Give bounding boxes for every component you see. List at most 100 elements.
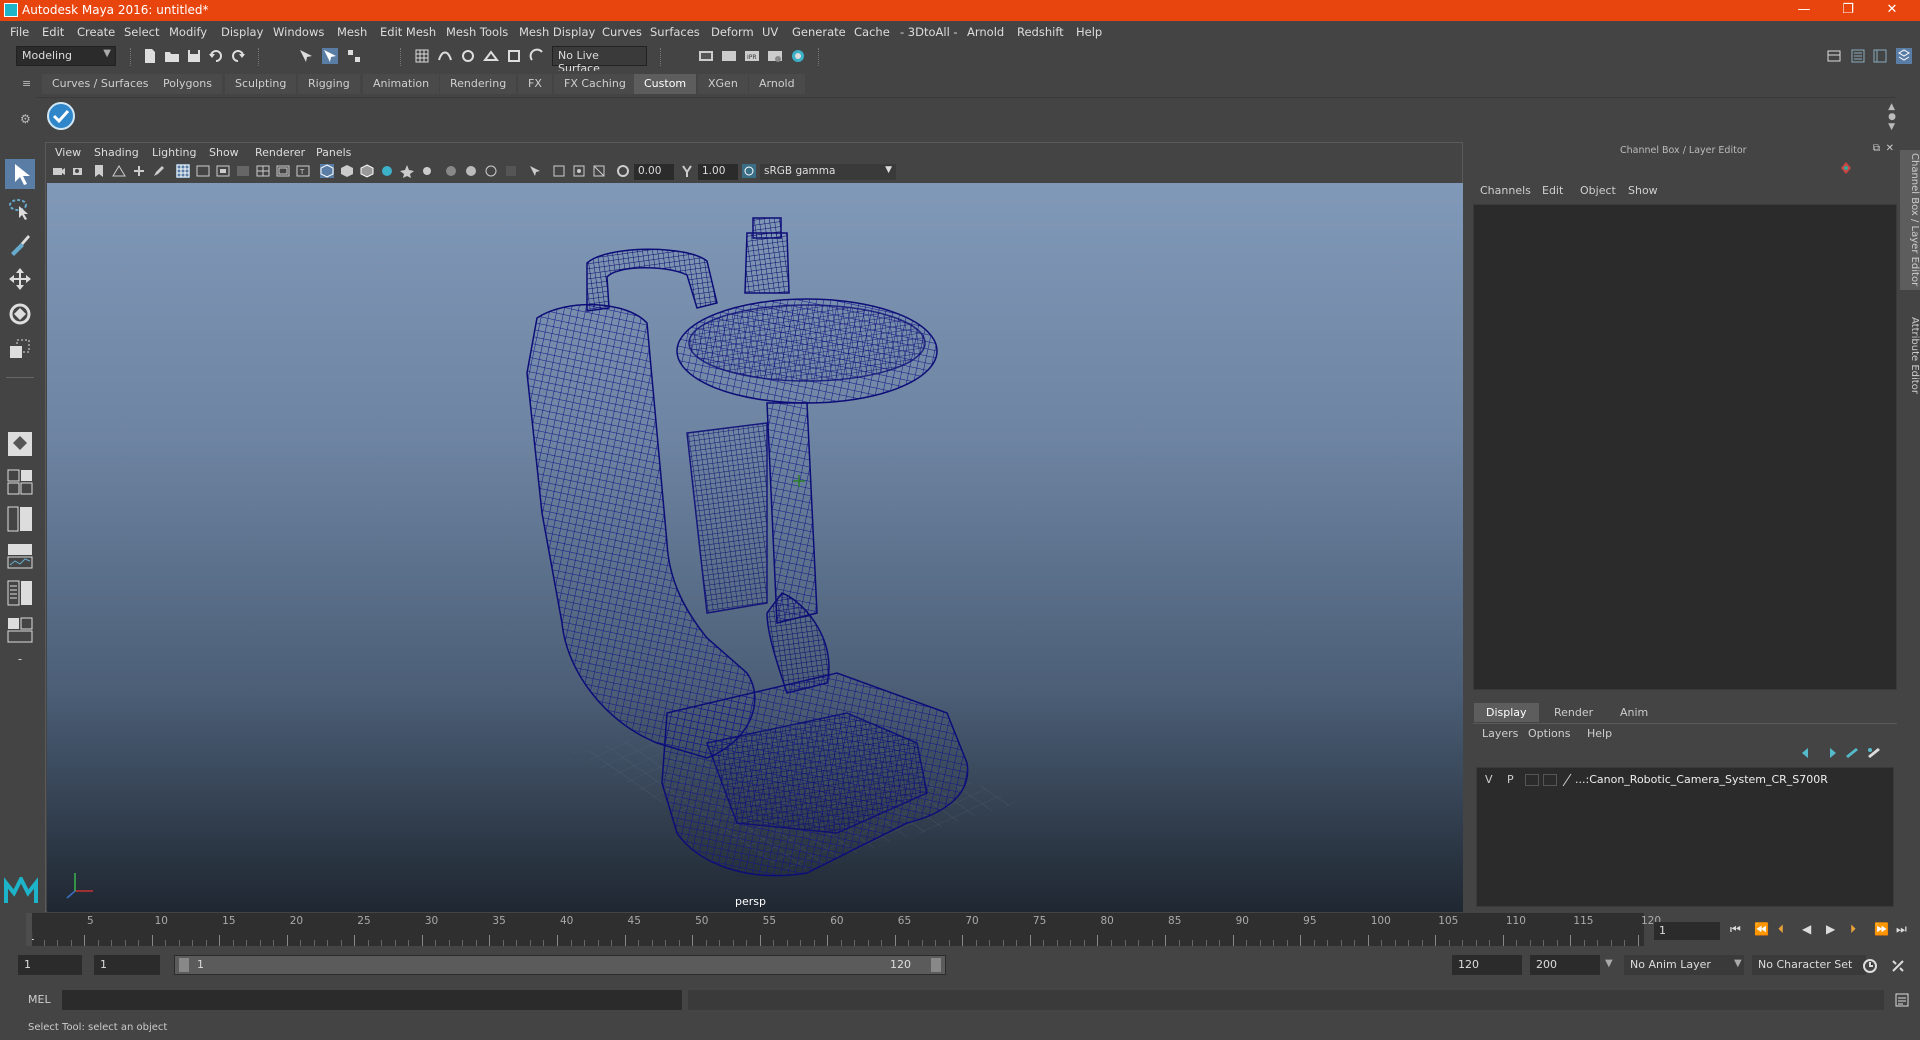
- gamma-icon[interactable]: [680, 164, 694, 178]
- redo-icon[interactable]: [230, 48, 246, 64]
- custom-shelf-checkmark-icon[interactable]: [46, 101, 76, 131]
- snap-curve-icon[interactable]: [437, 48, 453, 64]
- anim-layer-dropdown[interactable]: No Anim Layer: [1624, 955, 1744, 975]
- toggle-channel-box-icon[interactable]: [1896, 48, 1912, 64]
- xray-joints-icon[interactable]: [572, 164, 586, 178]
- command-input[interactable]: [62, 990, 682, 1010]
- shelf-scroll-arrows-icon[interactable]: ▲ ● ▼: [1888, 102, 1896, 132]
- bookmark-icon[interactable]: [92, 164, 106, 178]
- go-to-end-icon[interactable]: ⏭: [1896, 922, 1907, 937]
- menu-edit[interactable]: Edit: [42, 25, 64, 39]
- tab-fx-caching[interactable]: FX Caching: [554, 74, 636, 94]
- panel-menu-renderer[interactable]: Renderer: [255, 146, 305, 159]
- menu-generate[interactable]: Generate: [792, 25, 846, 39]
- range-start-handle[interactable]: [179, 958, 189, 972]
- menu-mesh[interactable]: Mesh: [337, 25, 367, 39]
- channel-menu-show[interactable]: Show: [1628, 184, 1658, 197]
- time-slider[interactable]: 1 51015202530354045505560657075808590951…: [26, 913, 1661, 946]
- tab-arnold[interactable]: Arnold: [749, 74, 805, 94]
- animation-end-field[interactable]: 200: [1530, 955, 1600, 975]
- tab-custom[interactable]: Custom: [634, 74, 697, 94]
- layer-menu-options[interactable]: Options: [1528, 727, 1570, 740]
- panel-menu-shading[interactable]: Shading: [94, 146, 139, 159]
- step-forward-key-icon[interactable]: ⏩: [1874, 922, 1889, 936]
- image-plane-icon[interactable]: [112, 164, 126, 178]
- toggle-attribute-editor-icon[interactable]: [1850, 48, 1866, 64]
- chevron-down-icon[interactable]: ▼: [1605, 958, 1613, 969]
- mode-selector[interactable]: Modeling ▼: [16, 46, 116, 66]
- new-layer-from-selection-icon[interactable]: [1866, 746, 1882, 760]
- render-settings-icon[interactable]: [767, 48, 783, 64]
- workspace-modeling-icon[interactable]: [1826, 48, 1842, 64]
- safe-action-icon[interactable]: [276, 164, 290, 178]
- minimize-button[interactable]: —: [1782, 0, 1826, 21]
- grease-pencil-icon[interactable]: [152, 164, 166, 178]
- layer-tab-display[interactable]: Display: [1474, 703, 1539, 722]
- undo-icon[interactable]: [208, 48, 224, 64]
- play-forwards-icon[interactable]: ▶: [1826, 922, 1835, 936]
- render-view-icon[interactable]: [698, 48, 714, 64]
- step-forward-frame-icon[interactable]: ⏵: [1850, 922, 1856, 937]
- script-editor-icon[interactable]: [1894, 992, 1910, 1008]
- tab-curves-surfaces[interactable]: Curves / Surfaces: [42, 74, 159, 94]
- menu-select[interactable]: Select: [124, 25, 159, 39]
- hypershade-icon[interactable]: [790, 48, 806, 64]
- command-language-toggle[interactable]: MEL: [28, 993, 51, 1006]
- persp-outliner-layout-button[interactable]: [5, 504, 35, 534]
- menu-create[interactable]: Create: [77, 25, 115, 39]
- wireframe-shading-icon[interactable]: [320, 164, 334, 178]
- smooth-shading-icon[interactable]: [340, 164, 354, 178]
- gate-mask-icon[interactable]: [236, 164, 250, 178]
- textured-icon[interactable]: [380, 164, 394, 178]
- snap-grid-icon[interactable]: [414, 48, 430, 64]
- menu-file[interactable]: File: [10, 25, 29, 39]
- lights-icon[interactable]: [400, 164, 414, 178]
- camera-system-wireframe-model[interactable]: [526, 217, 969, 877]
- xray-components-icon[interactable]: [592, 164, 606, 178]
- auto-key-icon[interactable]: [1862, 958, 1878, 974]
- playback-end-field[interactable]: 120: [1452, 955, 1522, 975]
- animation-preferences-icon[interactable]: [1890, 958, 1906, 974]
- depth-of-field-icon[interactable]: [504, 164, 518, 178]
- menu-uv[interactable]: UV: [762, 25, 778, 39]
- current-frame-field[interactable]: 1: [1654, 922, 1720, 940]
- lasso-tool-button[interactable]: [5, 194, 35, 224]
- go-to-start-icon[interactable]: ⏮: [1730, 922, 1741, 937]
- ipr-render-icon[interactable]: IPR: [744, 48, 760, 64]
- menu-arnold[interactable]: Arnold: [967, 25, 1004, 39]
- chevron-down-icon[interactable]: ▼: [1734, 958, 1742, 969]
- menu-deform[interactable]: Deform: [711, 25, 754, 39]
- tab-rigging[interactable]: Rigging: [298, 74, 360, 94]
- channel-menu-edit[interactable]: Edit: [1542, 184, 1563, 197]
- paint-select-tool-button[interactable]: [5, 229, 35, 259]
- menu-3dtoall[interactable]: - 3DtoAll -: [900, 25, 958, 39]
- snap-surface-icon[interactable]: [506, 48, 522, 64]
- open-scene-icon[interactable]: [164, 48, 180, 64]
- menu-edit-mesh[interactable]: Edit Mesh: [380, 25, 436, 39]
- move-layer-up-icon[interactable]: [1800, 746, 1816, 760]
- scale-tool-button[interactable]: [5, 334, 35, 364]
- tab-animation[interactable]: Animation: [363, 74, 440, 94]
- color-management-icon[interactable]: [742, 164, 756, 178]
- snap-view-plane-icon[interactable]: [483, 48, 499, 64]
- panel-menu-view[interactable]: View: [55, 146, 81, 159]
- four-view-layout-button[interactable]: [5, 467, 35, 497]
- new-scene-icon[interactable]: [142, 48, 158, 64]
- menu-surfaces[interactable]: Surfaces: [650, 25, 700, 39]
- channel-list-area[interactable]: [1473, 204, 1897, 690]
- exposure-icon[interactable]: [616, 164, 630, 178]
- shelf-menu-icon[interactable]: ≡: [22, 77, 31, 90]
- playback-start-field[interactable]: 1: [94, 955, 160, 975]
- channel-menu-channels[interactable]: Channels: [1480, 184, 1531, 197]
- xray-icon[interactable]: [552, 164, 566, 178]
- live-surface-field[interactable]: No Live Surface: [552, 46, 647, 75]
- shadows-icon[interactable]: [420, 164, 434, 178]
- menu-display[interactable]: Display: [221, 25, 263, 39]
- range-slider[interactable]: 1 120: [174, 955, 946, 975]
- camera-select-icon[interactable]: [52, 164, 66, 178]
- render-frame-icon[interactable]: [721, 48, 737, 64]
- snap-point-icon[interactable]: [460, 48, 476, 64]
- layer-row[interactable]: V P ...:Canon_Robotic_Camera_System_CR_S…: [1477, 771, 1893, 789]
- panel-menu-lighting[interactable]: Lighting: [152, 146, 196, 159]
- step-back-frame-icon[interactable]: ⏴: [1778, 922, 1784, 937]
